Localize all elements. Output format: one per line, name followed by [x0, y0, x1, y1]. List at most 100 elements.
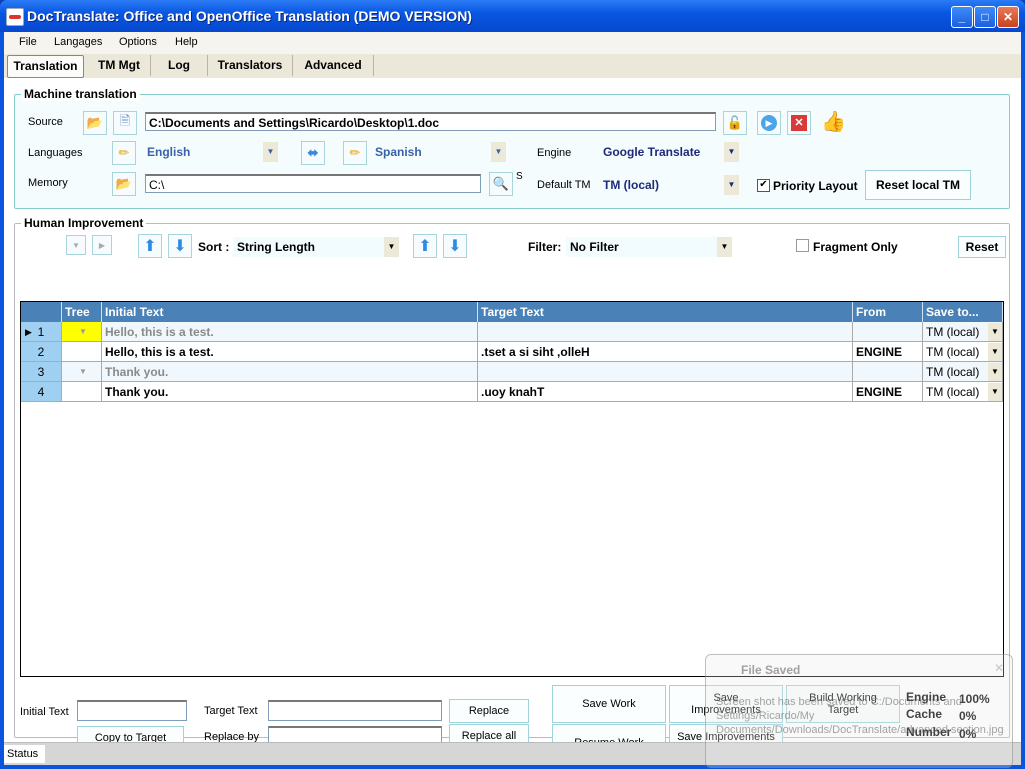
filter-label: Filter:	[528, 240, 562, 254]
replace-button[interactable]: Replace	[449, 699, 529, 723]
languages-label: Languages	[28, 147, 83, 159]
row-selector-icon: ▶	[25, 327, 32, 337]
row-number: 4	[21, 382, 62, 402]
chevron-down-icon: ▼	[988, 323, 1002, 341]
table-row[interactable]: ▶ 1 ▼ Hello, this is a test. TM (local) ▼	[21, 322, 1003, 342]
close-icon[interactable]: ✕	[994, 661, 1004, 675]
edit-target-language-button[interactable]: ✏	[343, 141, 367, 165]
column-header-initial-text[interactable]: Initial Text	[102, 302, 478, 322]
initial-text-cell[interactable]: Hello, this is a test.	[102, 342, 478, 362]
menu-langages[interactable]: Langages	[54, 36, 102, 48]
folder-open-icon: 📂	[86, 115, 104, 130]
close-button[interactable]: ✕	[997, 6, 1019, 28]
edit-source-language-button[interactable]: ✏	[112, 141, 136, 165]
target-text-cell[interactable]: .tset a si siht ,olleH	[478, 342, 853, 362]
app-logo-icon	[6, 8, 24, 26]
column-header-tree[interactable]: Tree	[62, 302, 102, 322]
from-cell: ENGINE	[853, 342, 923, 362]
segments-grid: Tree Initial Text Target Text From Save …	[20, 301, 1004, 677]
chevron-down-icon: ▼	[724, 142, 739, 162]
pencil-icon: ✏	[118, 145, 130, 160]
source-language-select[interactable]: English ▼	[143, 142, 278, 162]
file-saved-notification[interactable]: File Saved ✕ Screen shot has been saved …	[705, 654, 1013, 768]
target-text-cell[interactable]	[478, 322, 853, 342]
save-to-select[interactable]: TM (local) ▼	[923, 322, 1003, 342]
priority-layout-label: Priority Layout	[773, 179, 858, 193]
title-bar[interactable]: DocTranslate: Office and OpenOffice Tran…	[0, 0, 1025, 32]
save-to-select[interactable]: TM (local) ▼	[923, 362, 1003, 382]
cancel-button[interactable]: ✕	[787, 111, 811, 135]
menu-bar: File Langages Options Help	[4, 32, 1021, 54]
tab-log[interactable]: Log	[151, 55, 208, 76]
open-source-button[interactable]: 📂	[83, 111, 107, 135]
unlock-button[interactable]: 🔓	[723, 111, 747, 135]
sort-select[interactable]: String Length ▼	[233, 237, 399, 257]
save-work-button[interactable]: Save Work	[552, 685, 666, 723]
memory-path-input[interactable]: C:\	[145, 174, 481, 193]
tab-tm-mgt[interactable]: TM Mgt	[88, 55, 151, 76]
preview-source-button[interactable]: 🗎	[113, 111, 137, 135]
tree-cell	[62, 382, 102, 402]
column-header-from[interactable]: From	[853, 302, 923, 322]
collapse-all-button[interactable]: ▼	[66, 235, 86, 255]
save-to-select[interactable]: TM (local) ▼	[923, 382, 1003, 402]
column-header-rownum	[21, 302, 62, 322]
play-icon: ▶	[761, 115, 777, 131]
tab-translators[interactable]: Translators	[208, 55, 293, 76]
swap-languages-button[interactable]: ⬌	[301, 141, 325, 165]
sort-descending-button[interactable]: ⬇	[443, 234, 467, 258]
human-improvement-heading: Human Improvement	[21, 216, 147, 230]
chevron-down-icon: ▼	[988, 383, 1002, 401]
engine-select[interactable]: Google Translate ▼	[599, 142, 739, 162]
sort-label: Sort :	[198, 240, 230, 254]
sort-ascending-button[interactable]: ⬆	[413, 234, 437, 258]
save-to-select[interactable]: TM (local) ▼	[923, 342, 1003, 362]
thumbs-up-icon[interactable]: 👍	[821, 109, 846, 134]
notification-message: Screen shot has been saved to C:/Documen…	[716, 696, 1004, 736]
target-text-cell[interactable]: .uoy knahT	[478, 382, 853, 402]
initial-text-cell[interactable]: Thank you.	[102, 382, 478, 402]
target-text-input[interactable]	[268, 700, 442, 721]
move-down-button[interactable]: ⬇	[168, 234, 192, 258]
target-text-cell[interactable]	[478, 362, 853, 382]
menu-options[interactable]: Options	[119, 36, 157, 48]
column-header-save-to[interactable]: Save to...	[923, 302, 1003, 322]
open-memory-button[interactable]: 📂	[112, 172, 136, 196]
table-row[interactable]: 3 ▼ Thank you. TM (local) ▼	[21, 362, 1003, 382]
column-header-target-text[interactable]: Target Text	[478, 302, 853, 322]
filter-select[interactable]: No Filter ▼	[566, 237, 732, 257]
reset-local-tm-button[interactable]: Reset local TM	[865, 170, 971, 200]
menu-help[interactable]: Help	[175, 36, 198, 48]
priority-layout-checkbox[interactable]: ✔	[757, 179, 770, 192]
tree-toggle[interactable]: ▼	[62, 362, 102, 382]
table-row[interactable]: 4 Thank you. .uoy knahT ENGINE TM (local…	[21, 382, 1003, 402]
target-language-select[interactable]: Spanish ▼	[371, 142, 506, 162]
magnifier-icon: 🔍	[492, 176, 510, 191]
table-row[interactable]: 2 Hello, this is a test. .tset a si siht…	[21, 342, 1003, 362]
run-button[interactable]: ▶	[757, 111, 781, 135]
tab-advanced[interactable]: Advanced	[293, 55, 374, 76]
initial-text-cell[interactable]: Thank you.	[102, 362, 478, 382]
swap-arrows-icon: ⬌	[307, 145, 319, 160]
move-up-button[interactable]: ⬆	[138, 234, 162, 258]
from-cell: ENGINE	[853, 382, 923, 402]
maximize-button[interactable]: □	[974, 6, 996, 28]
expand-all-button[interactable]: ▶	[92, 235, 112, 255]
tab-translation[interactable]: Translation	[7, 55, 84, 78]
reset-button[interactable]: Reset	[958, 236, 1006, 258]
initial-text-cell[interactable]: Hello, this is a test.	[102, 322, 478, 342]
default-tm-select[interactable]: TM (local) ▼	[599, 175, 739, 195]
arrow-up-icon: ⬆	[418, 238, 432, 255]
fragment-only-label: Fragment Only	[813, 240, 898, 254]
source-path-input[interactable]: C:\Documents and Settings\Ricardo\Deskto…	[145, 112, 716, 131]
target-text-label: Target Text	[204, 705, 258, 717]
chevron-down-icon: ▼	[717, 237, 732, 257]
minimize-button[interactable]: _	[951, 6, 973, 28]
fragment-only-checkbox[interactable]	[796, 239, 809, 252]
tree-toggle[interactable]: ▼	[62, 322, 102, 342]
search-memory-button[interactable]: 🔍	[489, 172, 513, 196]
pencil-icon: ✏	[349, 145, 361, 160]
menu-file[interactable]: File	[19, 36, 37, 48]
engine-label: Engine	[537, 147, 572, 159]
initial-text-input[interactable]	[77, 700, 187, 721]
